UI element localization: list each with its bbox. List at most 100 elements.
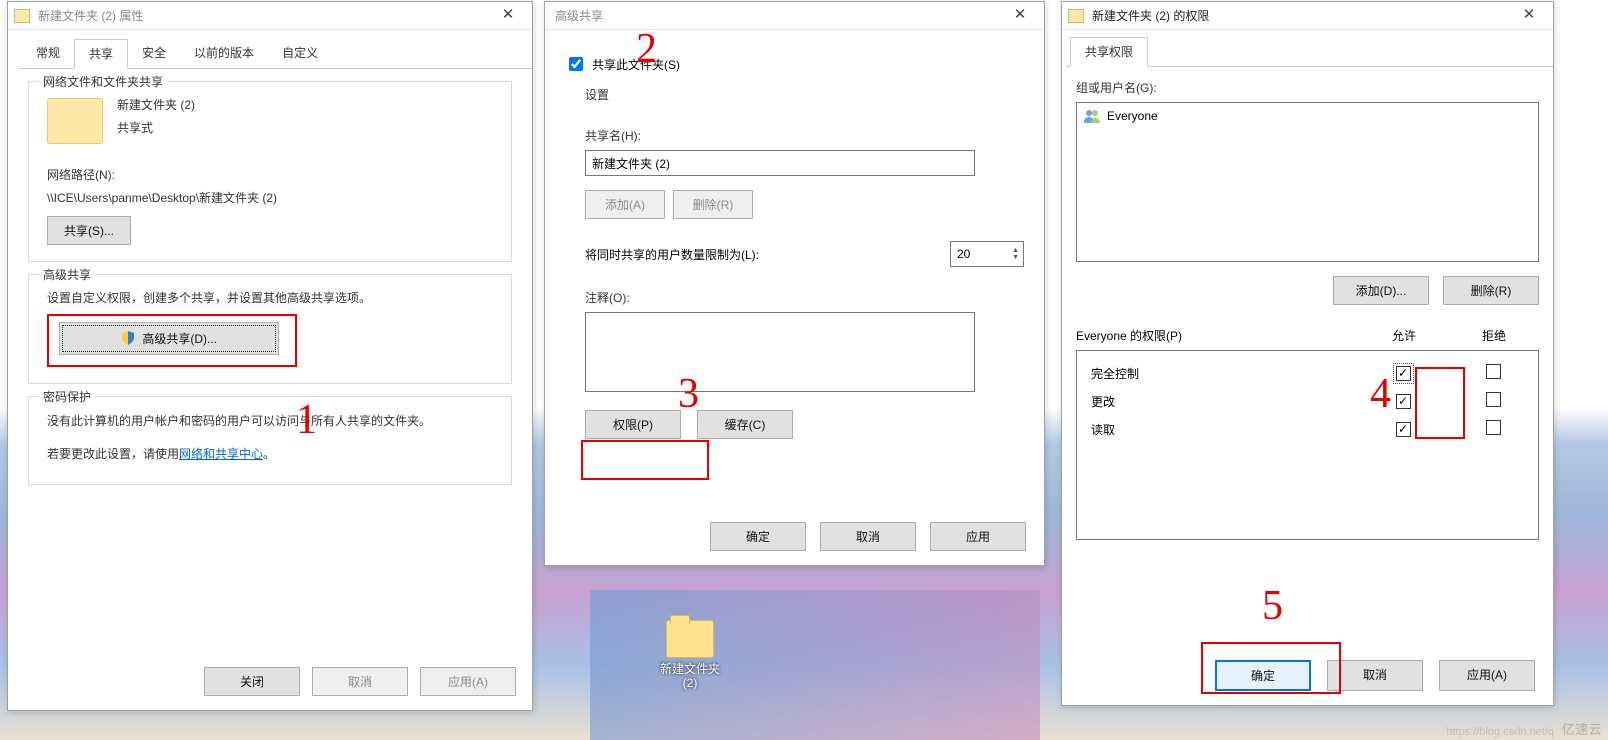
- shared-state: 共享式: [47, 119, 493, 136]
- share-name-label: 共享名(H):: [585, 127, 1024, 144]
- share-folder-checkbox[interactable]: 共享此文件夹(S): [565, 54, 680, 74]
- share-name-input[interactable]: [585, 150, 975, 176]
- deny-full-control-checkbox[interactable]: [1486, 364, 1501, 379]
- ok-button[interactable]: 确定: [1215, 660, 1311, 691]
- tab-customize[interactable]: 自定义: [268, 39, 332, 69]
- add-button[interactable]: 添加(A): [585, 190, 665, 219]
- cancel-button[interactable]: 取消: [1327, 660, 1423, 691]
- cancel-button[interactable]: 取消: [820, 522, 916, 551]
- desktop-folder-label: 新建文件夹 (2): [640, 662, 740, 690]
- dialog-actions: 确定 取消 应用: [710, 522, 1026, 551]
- window-title: 新建文件夹 (2) 属性: [34, 7, 488, 24]
- advanced-sharing-dialog: 高级共享 ✕ 共享此文件夹(S) 设置 共享名(H): 添加(A) 删除(R) …: [544, 1, 1045, 566]
- network-path-label: 网络路径(N):: [47, 166, 493, 183]
- advanced-desc: 设置自定义权限，创建多个共享，并设置其他高级共享选项。: [47, 289, 493, 306]
- apply-button[interactable]: 应用: [930, 522, 1026, 551]
- ok-button[interactable]: 确定: [710, 522, 806, 551]
- checkbox-label: 共享此文件夹(S): [592, 56, 680, 73]
- permissions-button[interactable]: 权限(P): [585, 410, 681, 439]
- comment-label: 注释(O):: [585, 289, 1024, 306]
- user-name: Everyone: [1107, 109, 1158, 123]
- allow-read-checkbox[interactable]: [1396, 422, 1411, 437]
- close-icon[interactable]: ✕: [1000, 4, 1040, 28]
- titlebar[interactable]: 新建文件夹 (2) 的权限 ✕: [1062, 2, 1553, 30]
- network-path-value: \\ICE\Users\panme\Desktop\新建文件夹 (2): [47, 189, 493, 206]
- caching-button[interactable]: 缓存(C): [697, 410, 793, 439]
- spinner-arrows[interactable]: ▲▼: [1012, 247, 1019, 261]
- perm-row-change: 更改: [1077, 387, 1538, 415]
- desktop-folder-item[interactable]: 新建文件夹 (2): [640, 620, 740, 690]
- close-icon[interactable]: ✕: [488, 4, 528, 28]
- permissions-for-label: Everyone 的权限(P): [1076, 327, 1359, 344]
- apply-button[interactable]: 应用(A): [1439, 660, 1535, 691]
- annotation-box-1: 高级共享(D)...: [47, 314, 297, 367]
- tabs: 常规 共享 安全 以前的版本 自定义: [18, 38, 532, 69]
- group-legend: 高级共享: [39, 266, 95, 283]
- remove-button[interactable]: 删除(R): [1443, 276, 1539, 305]
- share-button[interactable]: 共享(S)...: [47, 216, 131, 245]
- allow-full-control-checkbox[interactable]: [1396, 366, 1411, 381]
- group-password-protect: 密码保护 没有此计算机的用户帐户和密码的用户可以访问与所有人共享的文件夹。 若要…: [28, 396, 512, 485]
- tab-share-permissions[interactable]: 共享权限: [1070, 37, 1148, 67]
- titlebar[interactable]: 高级共享 ✕: [545, 2, 1044, 30]
- user-limit-label: 将同时共享的用户数量限制为(L):: [585, 246, 950, 263]
- folder-icon: [14, 9, 30, 23]
- pwd-line1: 没有此计算机的用户帐户和密码的用户可以访问与所有人共享的文件夹。: [47, 411, 493, 431]
- window-title: 高级共享: [551, 7, 1000, 24]
- apply-button[interactable]: 应用(A): [420, 667, 516, 696]
- perm-label: 完全控制: [1077, 365, 1358, 382]
- deny-change-checkbox[interactable]: [1486, 392, 1501, 407]
- checkbox-input[interactable]: [569, 57, 583, 71]
- perm-row-read: 读取: [1077, 415, 1538, 443]
- tab-security[interactable]: 安全: [128, 39, 180, 69]
- users-listbox[interactable]: Everyone: [1076, 102, 1539, 262]
- network-center-link[interactable]: 网络和共享中心: [179, 447, 263, 461]
- text: 若要更改此设置，请使用: [47, 447, 179, 461]
- allow-header: 允许: [1359, 327, 1449, 344]
- comment-textarea[interactable]: [585, 312, 975, 392]
- group-legend: 网络文件和文件夹共享: [39, 73, 167, 90]
- permissions-dialog: 新建文件夹 (2) 的权限 ✕ 共享权限 组或用户名(G): Everyone …: [1061, 1, 1554, 706]
- perm-row-full-control: 完全控制: [1077, 359, 1538, 387]
- tab-general[interactable]: 常规: [22, 39, 74, 69]
- folder-icon: [666, 620, 714, 658]
- spinner-input[interactable]: [955, 246, 999, 262]
- tab-previous-versions[interactable]: 以前的版本: [180, 39, 268, 69]
- deny-header: 拒绝: [1449, 327, 1539, 344]
- remove-button[interactable]: 删除(R): [673, 190, 753, 219]
- permissions-header: Everyone 的权限(P) 允许 拒绝: [1076, 327, 1539, 344]
- watermark: 亿速云: [1561, 719, 1602, 738]
- groups-users-label: 组或用户名(G):: [1076, 79, 1539, 96]
- perm-label: 更改: [1077, 393, 1358, 410]
- user-limit-spinner[interactable]: ▲▼: [950, 241, 1024, 267]
- label: 组或用户名(G):: [1076, 81, 1157, 95]
- tab-sharing[interactable]: 共享: [74, 39, 128, 69]
- watermark-url: https://blog.csdn.net/q: [1446, 726, 1554, 738]
- close-icon[interactable]: ✕: [1509, 4, 1549, 28]
- titlebar[interactable]: 新建文件夹 (2) 属性 ✕: [8, 2, 532, 30]
- add-remove-row: 添加(D)... 删除(R): [1076, 276, 1539, 305]
- folder-name: 新建文件夹 (2): [47, 96, 493, 113]
- permissions-listbox: 完全控制 更改 读取: [1076, 350, 1539, 540]
- tabs: 共享权限: [1066, 36, 1553, 67]
- folder-icon: [47, 98, 103, 144]
- deny-read-checkbox[interactable]: [1486, 420, 1501, 435]
- allow-change-checkbox[interactable]: [1396, 394, 1411, 409]
- shield-icon: [121, 331, 135, 345]
- close-button[interactable]: 关闭: [204, 667, 300, 696]
- properties-dialog: 新建文件夹 (2) 属性 ✕ 常规 共享 安全 以前的版本 自定义 网络文件和文…: [7, 1, 533, 711]
- advanced-share-button[interactable]: 高级共享(D)...: [59, 322, 279, 355]
- dialog-actions: 确定 取消 应用(A): [1062, 660, 1553, 691]
- dialog-actions: 关闭 取消 应用(A): [204, 667, 516, 696]
- settings-legend: 设置: [585, 86, 1024, 103]
- label: 网络路径(N):: [47, 168, 115, 182]
- add-button[interactable]: 添加(D)...: [1333, 276, 1429, 305]
- cancel-button[interactable]: 取消: [312, 667, 408, 696]
- group-legend: 密码保护: [39, 388, 95, 405]
- window-title: 新建文件夹 (2) 的权限: [1088, 7, 1509, 24]
- group-advanced-share: 高级共享 设置自定义权限，创建多个共享，并设置其他高级共享选项。 高级共享(D)…: [28, 274, 512, 384]
- text: 。: [263, 447, 275, 461]
- user-row[interactable]: Everyone: [1083, 107, 1532, 125]
- perm-label: 读取: [1077, 421, 1358, 438]
- group-network-share: 网络文件和文件夹共享 新建文件夹 (2) 共享式 网络路径(N): \\ICE\…: [28, 81, 512, 262]
